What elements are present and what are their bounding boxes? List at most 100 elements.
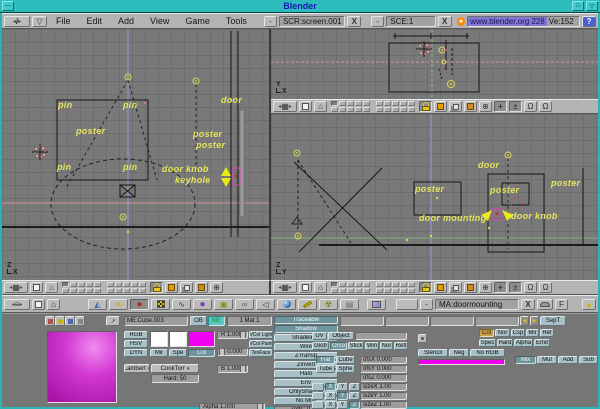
specular-color-swatch[interactable] bbox=[169, 331, 187, 347]
scene-name-field[interactable]: SCE:1 bbox=[386, 16, 435, 27]
global-view-button[interactable]: ⊕ bbox=[479, 282, 492, 293]
channel-next-button[interactable]: ▶ bbox=[530, 316, 539, 326]
help-button[interactable]: ? bbox=[582, 16, 596, 27]
global-view-button[interactable]: ⊕ bbox=[210, 282, 223, 293]
hardness-field[interactable]: Hard: 50 bbox=[151, 374, 199, 383]
x-axis-toggle[interactable]: X bbox=[325, 392, 336, 400]
full-window-button[interactable] bbox=[30, 282, 43, 293]
window-type-button[interactable]: ◂i▸ bbox=[4, 16, 30, 27]
r-slider[interactable]: R 1.000 bbox=[217, 331, 248, 339]
uv-toggle[interactable]: UV bbox=[312, 332, 327, 340]
flat-toggle[interactable]: Flat bbox=[316, 356, 335, 364]
mode-button[interactable] bbox=[434, 101, 447, 112]
home-button[interactable]: ⌂ bbox=[314, 282, 327, 293]
side-viewport[interactable]: door poster poster poster door mounting … bbox=[271, 114, 598, 280]
material-buttons-button[interactable]: ● bbox=[130, 299, 149, 310]
world-buttons-button[interactable] bbox=[277, 299, 296, 310]
orco-toggle[interactable]: Orco bbox=[330, 342, 347, 350]
stick-toggle[interactable]: Stick bbox=[348, 342, 364, 350]
texface-button[interactable] bbox=[464, 101, 477, 112]
scale-button[interactable]: ± bbox=[509, 101, 522, 112]
texture-dot-button[interactable] bbox=[418, 334, 427, 343]
fake-user-button[interactable]: F bbox=[555, 299, 568, 310]
object-coord-toggle[interactable]: Object bbox=[328, 332, 354, 340]
win-toggle[interactable]: Win bbox=[365, 342, 379, 350]
spe-toggle[interactable]: Spe bbox=[169, 349, 187, 357]
script-buttons-button[interactable]: ▤ bbox=[340, 299, 359, 310]
ofsz-field[interactable]: ofsZ 0.000 bbox=[360, 374, 407, 382]
me-toggle[interactable]: ME bbox=[208, 316, 225, 326]
shade-button[interactable]: ▽ bbox=[586, 1, 598, 11]
global-view-button[interactable]: ⊕ bbox=[479, 101, 492, 112]
tube-toggle[interactable]: Tube bbox=[316, 365, 335, 373]
browse-scene-button[interactable]: - bbox=[371, 16, 384, 27]
glob-toggle[interactable]: Glob bbox=[312, 342, 329, 350]
preview-lamp-button[interactable] bbox=[75, 316, 85, 326]
vcol-paint-toggle[interactable]: VCol Paint bbox=[249, 340, 273, 348]
mir-toggle[interactable]: Mir bbox=[150, 349, 168, 357]
texture-color-bar[interactable] bbox=[418, 359, 505, 365]
mapto-col-toggle[interactable]: Col bbox=[479, 329, 494, 337]
g-slider[interactable]: G 0.000 bbox=[217, 348, 248, 356]
texture-buttons-button[interactable] bbox=[151, 299, 170, 310]
texture-channel-slot[interactable] bbox=[430, 316, 474, 326]
texture-channel-slot[interactable] bbox=[475, 316, 519, 326]
editor-type-button[interactable]: ◂≡▸ bbox=[4, 299, 30, 310]
editor-type-button[interactable]: ◂▦▸ bbox=[4, 282, 28, 293]
full-window-button[interactable] bbox=[299, 282, 312, 293]
b-slider[interactable]: B 1.000 bbox=[217, 365, 248, 373]
mapto-ref-toggle[interactable]: Ref bbox=[540, 329, 554, 337]
ofsy-field[interactable]: ofsY 0.000 bbox=[360, 365, 407, 373]
menu-file[interactable]: File bbox=[49, 16, 78, 26]
menu-tools[interactable]: Tools bbox=[219, 16, 254, 26]
delete-scene-button[interactable]: X bbox=[438, 16, 452, 27]
mapto-nor-toggle[interactable]: Nor bbox=[495, 329, 510, 337]
ofsx-field[interactable]: ofsX 0.000 bbox=[360, 356, 407, 364]
texture-channel-slot[interactable] bbox=[385, 316, 429, 326]
lamp-buttons-button[interactable]: ☀ bbox=[109, 299, 128, 310]
view-buttons-button[interactable]: ◭ bbox=[88, 299, 107, 310]
mesh-name-field[interactable]: ME:Cube.003 bbox=[124, 316, 188, 326]
realtime-buttons-button[interactable]: ● bbox=[193, 299, 212, 310]
sound-buttons-button[interactable]: ◁ bbox=[256, 299, 275, 310]
axis-blank-toggle[interactable] bbox=[312, 392, 324, 400]
mapto-hard-toggle[interactable]: Hard bbox=[497, 339, 513, 347]
sizex-field[interactable]: sizeX 1.00 bbox=[360, 383, 407, 391]
col-toggle[interactable]: Col bbox=[188, 349, 215, 357]
panel-align-button[interactable]: ▲ bbox=[582, 299, 596, 310]
top-viewport[interactable]: YX bbox=[271, 29, 598, 99]
layer-buttons[interactable] bbox=[376, 101, 415, 112]
layer-buttons[interactable] bbox=[107, 282, 146, 293]
object-name-field[interactable] bbox=[355, 332, 407, 340]
home-button[interactable]: ⌂ bbox=[314, 101, 327, 112]
norgb-toggle[interactable]: No RGB bbox=[470, 349, 505, 357]
lock-button[interactable] bbox=[150, 282, 163, 293]
browse-material-button[interactable]: - bbox=[420, 299, 433, 310]
y-axis-toggle[interactable]: Y bbox=[337, 401, 348, 409]
specular-shader-menu[interactable]: CookTorr▾ bbox=[151, 364, 199, 373]
axis-blank-toggle[interactable] bbox=[312, 383, 324, 391]
delete-screen-button[interactable]: X bbox=[347, 16, 361, 27]
y-axis-toggle[interactable]: Y bbox=[337, 383, 348, 391]
material-name-field[interactable]: MA:doormounting bbox=[435, 299, 519, 310]
animation-buttons-button[interactable]: ∿ bbox=[172, 299, 191, 310]
rotate-button[interactable]: Ω bbox=[524, 101, 537, 112]
texface-button[interactable] bbox=[195, 282, 208, 293]
diffuse-shader-menu[interactable]: Lambert▾ bbox=[124, 364, 150, 373]
preview-plane-button[interactable] bbox=[45, 316, 55, 326]
preview-cube-button[interactable] bbox=[65, 316, 75, 326]
constraint-buttons-button[interactable]: ∞ bbox=[235, 299, 254, 310]
menu-game[interactable]: Game bbox=[178, 16, 217, 26]
lock-button[interactable] bbox=[419, 101, 432, 112]
sub-toggle[interactable]: Sub bbox=[579, 356, 598, 364]
rotate-alt-button[interactable]: Ω bbox=[539, 282, 552, 293]
z-axis-toggle[interactable]: Z bbox=[349, 383, 360, 391]
refl-toggle[interactable]: Refl bbox=[394, 342, 408, 350]
mul-toggle[interactable]: Mul bbox=[537, 356, 557, 364]
diffuse-color-swatch[interactable] bbox=[188, 331, 215, 347]
mirror-color-swatch[interactable] bbox=[150, 331, 168, 347]
paint-buttons-button[interactable] bbox=[298, 299, 317, 310]
sizez-field[interactable]: sizeZ 1.00 bbox=[360, 401, 407, 409]
dyn-mode-toggle[interactable]: DYN bbox=[124, 349, 148, 357]
sept-toggle[interactable]: SepT bbox=[540, 316, 566, 326]
